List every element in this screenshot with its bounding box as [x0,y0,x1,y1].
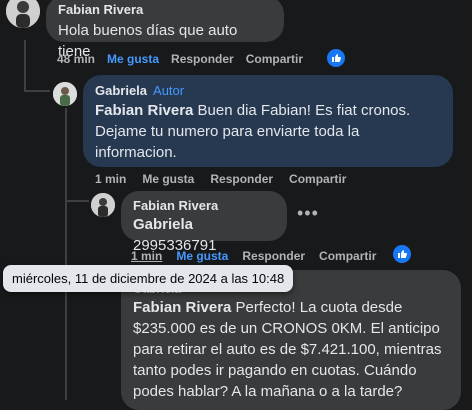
thumbs-up-icon[interactable] [393,245,411,263]
mention[interactable]: Fabian Rivera [133,299,231,316]
thread-line [65,200,67,400]
avatar[interactable] [91,193,115,217]
comment-author[interactable]: Gabriela [95,83,147,98]
comment-bubble: Fabian Rivera Hola buenos días que auto … [46,0,284,60]
thread-line [65,108,67,202]
mention[interactable]: Fabian Rivera [95,102,193,119]
comment-text: Fabian Rivera Perfecto! La cuota desde $… [133,297,449,402]
comment-actions: 1 min Me gusta Responder Compartir [131,249,376,263]
reply-button[interactable]: Responder [171,52,234,66]
thread-line [24,40,26,92]
comment-timestamp[interactable]: 48 min [57,52,95,66]
comment-actions: 1 min Me gusta Responder Compartir [95,172,346,186]
like-button[interactable]: Me gusta [107,52,159,66]
timestamp-tooltip: miércoles, 11 de diciembre de 2024 a las… [3,265,294,292]
comment-timestamp[interactable]: 1 min [131,249,162,263]
comment-bubble: Fabian Rivera Gabriela 2995336791 [121,191,287,254]
share-button[interactable]: Compartir [319,249,376,263]
comment-actions: 48 min Me gusta Responder Compartir [57,52,303,66]
comment-author[interactable]: Fabian Rivera [58,2,272,17]
author-badge: Autor [153,83,185,98]
thread-line [65,200,89,202]
thumbs-up-icon[interactable] [327,49,345,67]
like-button[interactable]: Me gusta [142,172,194,186]
reply-button[interactable]: Responder [242,249,305,263]
more-options-icon[interactable]: ••• [297,203,319,224]
comment-bubble: Gabriela Autor Fabian Rivera Buen dia Fa… [83,75,453,167]
share-button[interactable]: Compartir [289,172,346,186]
comment-author[interactable]: Fabian Rivera [133,198,275,213]
share-button[interactable]: Compartir [246,52,303,66]
reply-button[interactable]: Responder [210,172,273,186]
comment-timestamp[interactable]: 1 min [95,172,126,186]
thread-line [24,90,50,92]
avatar[interactable] [53,82,77,106]
mention[interactable]: Gabriela [133,216,193,233]
avatar[interactable] [6,0,40,28]
comment-text: Fabian Rivera Buen dia Fabian! Es fiat c… [95,100,441,163]
like-button[interactable]: Me gusta [176,249,228,263]
